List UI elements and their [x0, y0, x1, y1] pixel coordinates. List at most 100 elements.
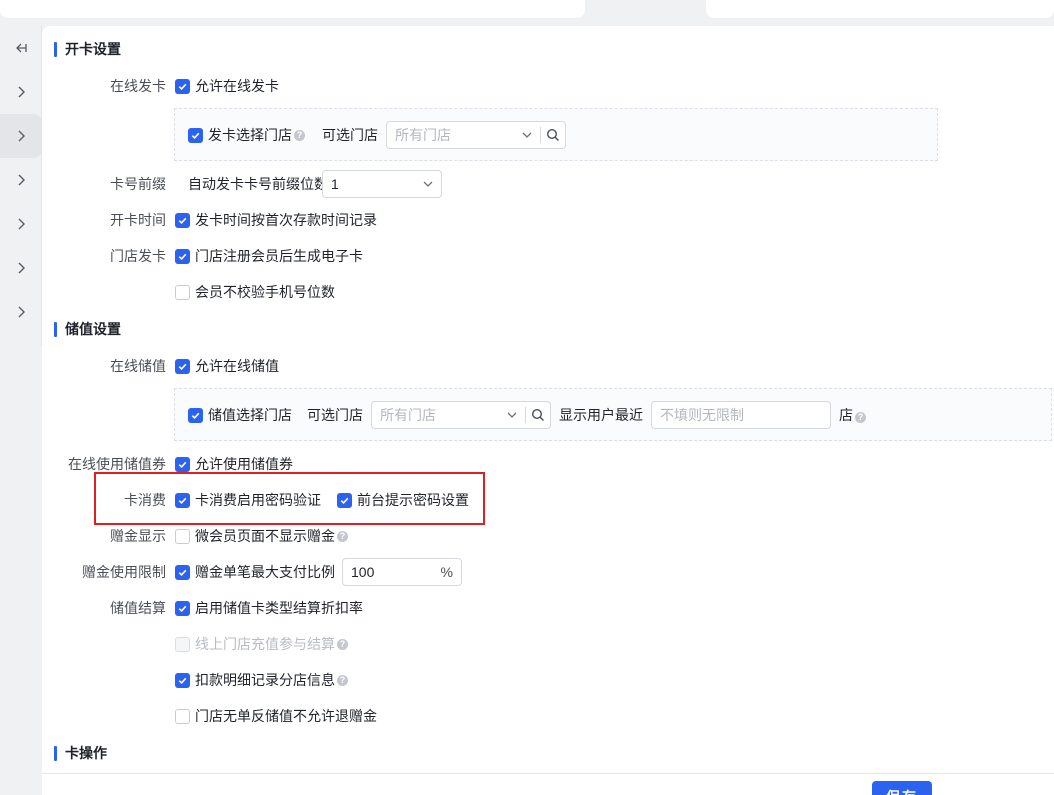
section-title-card-open: 开卡设置	[54, 39, 121, 59]
optional-store-label: 可选门店	[322, 127, 378, 143]
row-label-gift-display: 赠金显示	[110, 528, 166, 544]
checkbox-checked-icon[interactable]	[175, 358, 190, 374]
checkbox-checked-icon[interactable]	[175, 600, 190, 616]
top-tab-strip	[0, 0, 1054, 26]
checkbox-checked-icon[interactable]	[175, 564, 190, 580]
checkbox-label: 启用储值卡类型结算折扣率	[195, 600, 363, 616]
highlight-box	[94, 472, 485, 525]
checkbox-online-sv[interactable]: 允许在线储值	[175, 356, 279, 376]
top-card-left	[0, 0, 585, 18]
checkbox-sv-store[interactable]: 储值选择门店	[188, 405, 292, 425]
row-label-settle: 储值结算	[110, 600, 166, 616]
row-label-store-issue: 门店发卡	[110, 248, 166, 264]
row-label-open-time: 开卡时间	[110, 212, 166, 228]
checkbox-label: 门店无单反储值不允许退赠金	[195, 708, 377, 724]
select-placeholder: 所有门店	[380, 407, 436, 423]
help-icon[interactable]: ?	[294, 129, 305, 141]
prefix-digits-select[interactable]: 1	[322, 170, 442, 198]
search-icon[interactable]	[541, 122, 565, 148]
checkbox-checked-icon[interactable]	[175, 248, 190, 264]
section-title-stored-value: 储值设置	[54, 319, 121, 339]
chevron-down-icon[interactable]	[520, 128, 534, 142]
section-title-text: 卡操作	[65, 745, 107, 761]
chevron-down-icon[interactable]	[421, 177, 435, 191]
checkbox-checked-icon[interactable]	[175, 78, 190, 94]
checkbox-gift-display[interactable]: 微会员页面不显示赠金 ?	[175, 526, 348, 546]
row-label-prefix: 卡号前缀	[110, 176, 166, 192]
row-label-online-sv: 在线储值	[110, 358, 166, 374]
checkbox-checked-icon[interactable]	[188, 127, 203, 143]
help-icon[interactable]: ?	[337, 638, 348, 650]
checkbox-checked-icon[interactable]	[175, 456, 190, 472]
checkbox-label: 允许在线储值	[195, 358, 279, 374]
checkbox-label: 储值选择门店	[208, 407, 292, 423]
select-value: 1	[331, 176, 339, 192]
select-placeholder: 所有门店	[395, 127, 451, 143]
chevron-right-icon[interactable]	[0, 158, 42, 202]
section-title-text: 储值设置	[65, 321, 121, 337]
sv-optional-store-select[interactable]: 所有门店	[371, 401, 551, 429]
store-suffix: 店?	[839, 405, 866, 425]
help-icon[interactable]: ?	[337, 674, 348, 686]
checkbox-no-phone-check[interactable]: 会员不校验手机号位数	[175, 282, 335, 302]
checkbox-label: 允许使用储值券	[195, 456, 293, 472]
gift-limit-input[interactable]: 100 %	[342, 558, 462, 586]
side-rail	[0, 26, 42, 346]
chevron-down-icon[interactable]	[505, 408, 519, 422]
checkbox-settle[interactable]: 启用储值卡类型结算折扣率	[175, 598, 363, 618]
input-placeholder: 不填则无限制	[660, 407, 744, 423]
section-title-text: 开卡设置	[65, 41, 121, 57]
checkbox-coupon[interactable]: 允许使用储值券	[175, 454, 293, 474]
chevron-right-icon[interactable]	[0, 290, 42, 334]
recent-stores-input[interactable]: 不填则无限制	[651, 401, 831, 429]
checkbox-label: 会员不校验手机号位数	[195, 284, 335, 300]
help-icon[interactable]: ?	[337, 530, 348, 542]
checkbox-label: 赠金单笔最大支付比例	[195, 564, 335, 580]
chevron-right-icon[interactable]	[0, 70, 42, 114]
section-bar	[54, 321, 57, 337]
checkbox-label: 允许在线发卡	[195, 78, 279, 94]
checkbox-issue-store[interactable]: 发卡选择门店 ?	[188, 125, 305, 145]
checkbox-label: 发卡时间按首次存款时间记录	[195, 212, 377, 228]
checkbox-open-time[interactable]: 发卡时间按首次存款时间记录	[175, 210, 377, 230]
help-icon[interactable]: ?	[855, 411, 866, 423]
top-card-right	[706, 0, 1054, 18]
checkbox-label: 发卡选择门店	[208, 127, 292, 143]
search-icon[interactable]	[526, 402, 550, 428]
optional-store-select[interactable]: 所有门店	[386, 121, 566, 149]
store-suffix-text: 店	[839, 407, 853, 423]
chevron-right-icon[interactable]	[0, 114, 42, 158]
save-button[interactable]: 保存	[872, 781, 932, 795]
chevron-right-icon[interactable]	[0, 246, 42, 290]
checkbox-no-refund[interactable]: 门店无单反储值不允许退赠金	[175, 706, 377, 726]
section-bar	[54, 745, 57, 761]
checkbox-label: 微会员页面不显示赠金	[195, 528, 335, 544]
checkbox-unchecked-icon[interactable]	[175, 284, 190, 300]
checkbox-online-issue[interactable]: 允许在线发卡	[175, 76, 279, 96]
checkbox-deduct-detail[interactable]: 扣款明细记录分店信息 ?	[175, 670, 348, 690]
checkbox-unchecked-icon[interactable]	[175, 528, 190, 544]
checkbox-store-issue[interactable]: 门店注册会员后生成电子卡	[175, 246, 363, 266]
section-title-card-ops: 卡操作	[54, 743, 107, 763]
checkbox-label: 扣款明细记录分店信息	[195, 672, 335, 688]
checkbox-gift-limit[interactable]: 赠金单笔最大支付比例	[175, 562, 335, 582]
checkbox-label: 门店注册会员后生成电子卡	[195, 248, 363, 264]
optional-store-label: 可选门店	[307, 407, 363, 423]
checkbox-checked-icon[interactable]	[175, 212, 190, 228]
input-value: 100	[351, 564, 375, 580]
row-label-gift-limit: 赠金使用限制	[82, 564, 166, 580]
checkbox-unchecked-icon[interactable]	[175, 708, 190, 724]
checkbox-checked-icon[interactable]	[175, 672, 190, 688]
percent-unit: %	[440, 564, 453, 580]
show-recent-label: 显示用户最近	[559, 407, 643, 423]
section-bar	[54, 41, 57, 57]
settings-panel: 开卡设置 在线发卡 允许在线发卡 发卡选择门店 ? 可选门店 所有门店 卡号前缀…	[42, 26, 1054, 795]
footer-bar: 保存	[42, 773, 1054, 795]
checkbox-online-recharge[interactable]: 线上门店充值参与结算 ?	[175, 634, 348, 654]
checkbox-checked-icon[interactable]	[188, 407, 203, 423]
prefix-text: 自动发卡卡号前缀位数	[188, 176, 328, 192]
row-label-online-issue: 在线发卡	[110, 78, 166, 94]
checkbox-disabled-icon[interactable]	[175, 636, 190, 652]
collapse-icon[interactable]	[0, 26, 42, 70]
chevron-right-icon[interactable]	[0, 202, 42, 246]
